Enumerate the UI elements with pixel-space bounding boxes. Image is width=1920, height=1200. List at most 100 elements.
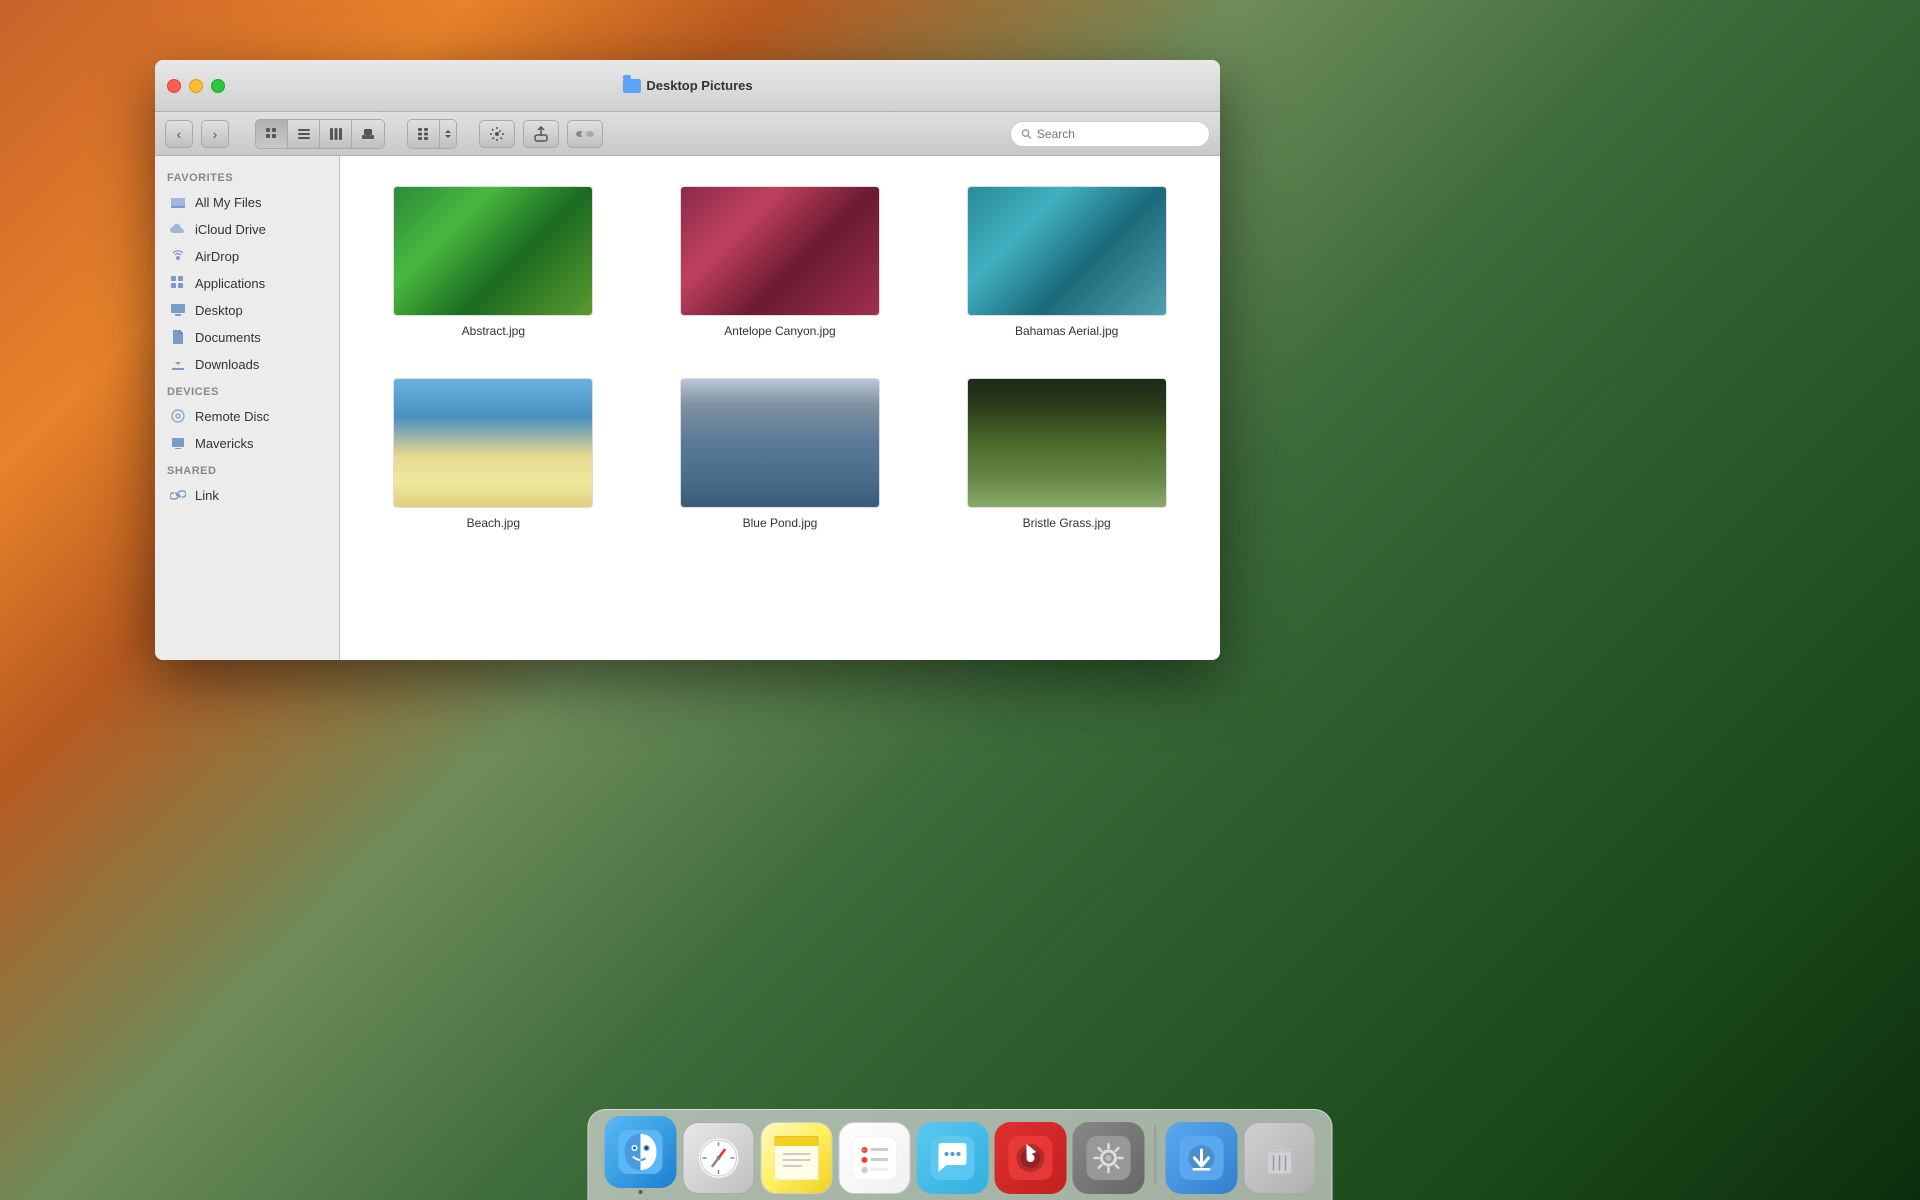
sidebar-item-applications[interactable]: Applications [159, 270, 335, 296]
dock-icon-system-preferences [1073, 1122, 1145, 1194]
toolbar: ‹ › [155, 112, 1220, 156]
dock-icon-itunes [995, 1122, 1067, 1194]
arrange-chevron[interactable] [440, 120, 456, 148]
sidebar-item-remote-disc-label: Remote Disc [195, 409, 269, 424]
column-view-button[interactable] [320, 120, 352, 148]
remote-disc-icon [169, 407, 187, 425]
file-name-bahamas-aerial: Bahamas Aerial.jpg [1015, 324, 1118, 338]
dock-item-reminders[interactable]: • [839, 1122, 911, 1194]
dock-icon-notes [761, 1122, 833, 1194]
dock-item-system-preferences[interactable] [1073, 1122, 1145, 1194]
file-thumbnail-beach [393, 378, 593, 508]
sidebar-item-all-my-files-label: All My Files [195, 195, 261, 210]
main-area: Favorites All My Files iCloud Drive [155, 156, 1220, 660]
search-box[interactable] [1010, 121, 1210, 147]
sidebar-item-airdrop[interactable]: AirDrop [159, 243, 335, 269]
share-button[interactable] [523, 120, 559, 148]
dock-item-downloads-folder[interactable] [1166, 1122, 1238, 1194]
reminders-list-icon: • [853, 1136, 897, 1180]
finder-window: Desktop Pictures ‹ › [155, 60, 1220, 660]
list-view-button[interactable] [288, 120, 320, 148]
dock-item-notes[interactable] [761, 1122, 833, 1194]
sidebar-item-downloads-label: Downloads [195, 357, 259, 372]
maximize-button[interactable] [211, 79, 225, 93]
view-options [255, 119, 385, 149]
dock: • [588, 1109, 1333, 1200]
coverflow-view-button[interactable] [352, 120, 384, 148]
file-thumbnail-antelope-canyon [680, 186, 880, 316]
dock-item-messages[interactable] [917, 1122, 989, 1194]
sidebar-item-remote-disc[interactable]: Remote Disc [159, 403, 335, 429]
tag-button[interactable] [567, 120, 603, 148]
file-item-blue-pond[interactable]: Blue Pond.jpg [647, 368, 914, 540]
sidebar-item-documents[interactable]: Documents [159, 324, 335, 350]
sidebar-item-link-label: Link [195, 488, 219, 503]
sidebar-item-desktop[interactable]: Desktop [159, 297, 335, 323]
window-title: Desktop Pictures [622, 78, 752, 93]
sidebar-item-downloads[interactable]: Downloads [159, 351, 335, 377]
sidebar-item-all-my-files[interactable]: All My Files [159, 189, 335, 215]
back-button[interactable]: ‹ [165, 120, 193, 148]
sidebar-item-mavericks[interactable]: Mavericks [159, 430, 335, 456]
dock-item-finder[interactable] [605, 1116, 677, 1194]
sidebar-item-icloud-drive[interactable]: iCloud Drive [159, 216, 335, 242]
system-preferences-gear-icon [1087, 1136, 1131, 1180]
file-name-antelope-canyon: Antelope Canyon.jpg [724, 324, 835, 338]
search-icon [1021, 128, 1032, 140]
sidebar: Favorites All My Files iCloud Drive [155, 156, 340, 660]
file-item-bahamas-aerial[interactable]: Bahamas Aerial.jpg [933, 176, 1200, 348]
file-name-blue-pond: Blue Pond.jpg [743, 516, 818, 530]
file-thumbnail-bahamas-aerial [967, 186, 1167, 316]
trash-can-icon [1258, 1136, 1302, 1180]
icon-view-button[interactable] [256, 120, 288, 148]
file-item-bristle-grass[interactable]: Bristle Grass.jpg [933, 368, 1200, 540]
icloud-drive-icon [169, 220, 187, 238]
dock-icon-messages [917, 1122, 989, 1194]
sidebar-item-airdrop-label: AirDrop [195, 249, 239, 264]
title-bar: Desktop Pictures [155, 60, 1220, 112]
dock-item-itunes[interactable] [995, 1122, 1067, 1194]
link-icon [169, 486, 187, 504]
minimize-button[interactable] [189, 79, 203, 93]
safari-compass-icon [697, 1136, 741, 1180]
dock-separator [1155, 1125, 1156, 1185]
close-button[interactable] [167, 79, 181, 93]
file-name-abstract: Abstract.jpg [462, 324, 525, 338]
file-item-abstract[interactable]: Abstract.jpg [360, 176, 627, 348]
favorites-header: Favorites [155, 164, 339, 188]
finder-face-icon [619, 1130, 663, 1174]
desktop-icon [169, 301, 187, 319]
file-name-beach: Beach.jpg [467, 516, 520, 530]
file-thumbnail-blue-pond [680, 378, 880, 508]
sidebar-item-applications-label: Applications [195, 276, 265, 291]
sidebar-item-desktop-label: Desktop [195, 303, 243, 318]
file-name-bristle-grass: Bristle Grass.jpg [1023, 516, 1111, 530]
sidebar-item-link[interactable]: Link [159, 482, 335, 508]
finder-running-dot [639, 1190, 643, 1194]
file-item-antelope-canyon[interactable]: Antelope Canyon.jpg [647, 176, 914, 348]
action-button[interactable] [479, 120, 515, 148]
forward-button[interactable]: › [201, 120, 229, 148]
search-input[interactable] [1037, 127, 1199, 141]
traffic-lights [167, 79, 225, 93]
arrange-button[interactable] [408, 120, 440, 148]
file-item-beach[interactable]: Beach.jpg [360, 368, 627, 540]
file-grid: Abstract.jpg Antelope Canyon.jpg Bahamas… [340, 156, 1220, 660]
applications-icon [169, 274, 187, 292]
mavericks-icon [169, 434, 187, 452]
sidebar-item-documents-label: Documents [195, 330, 261, 345]
dock-icon-reminders: • [839, 1122, 911, 1194]
messages-bubble-icon [931, 1136, 975, 1180]
dock-item-trash[interactable] [1244, 1122, 1316, 1194]
svg-text:•: • [863, 1148, 865, 1154]
dock-item-safari[interactable] [683, 1122, 755, 1194]
shared-header: Shared [155, 457, 339, 481]
downloads-icon [169, 355, 187, 373]
arrange-options [407, 119, 457, 149]
file-thumbnail-bristle-grass [967, 378, 1167, 508]
dock-icon-finder [605, 1116, 677, 1188]
dock-icon-safari [683, 1122, 755, 1194]
sidebar-item-mavericks-label: Mavericks [195, 436, 254, 451]
dock-icon-trash [1244, 1122, 1316, 1194]
folder-icon [622, 79, 640, 93]
